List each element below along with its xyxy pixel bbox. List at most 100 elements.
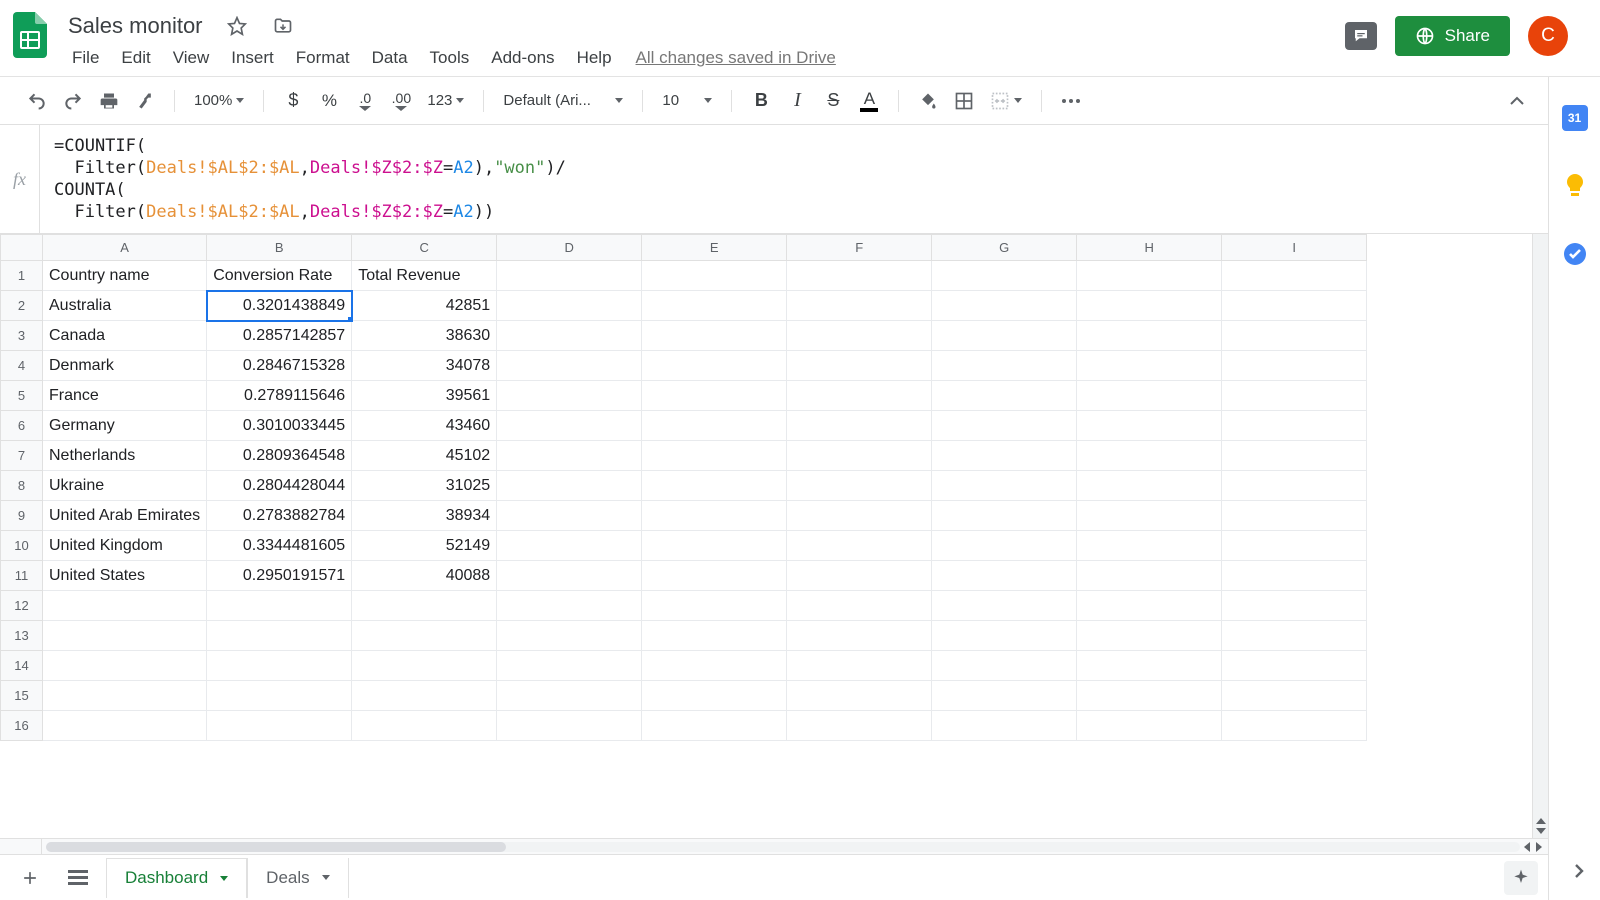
cell[interactable] (497, 381, 642, 411)
cell[interactable] (787, 441, 932, 471)
more-toolbar-icon[interactable] (1056, 86, 1086, 116)
cell[interactable] (497, 321, 642, 351)
cell[interactable] (1222, 531, 1367, 561)
cell[interactable]: United Arab Emirates (43, 501, 207, 531)
cell[interactable]: 43460 (352, 411, 497, 441)
column-header[interactable]: I (1222, 235, 1367, 261)
cell[interactable] (787, 501, 932, 531)
cell[interactable] (1077, 261, 1222, 291)
cell[interactable] (1077, 561, 1222, 591)
row-header[interactable]: 8 (1, 471, 43, 501)
cell[interactable] (497, 411, 642, 441)
row-header[interactable]: 6 (1, 411, 43, 441)
row-header[interactable]: 5 (1, 381, 43, 411)
cell[interactable] (1222, 681, 1367, 711)
cell[interactable] (932, 531, 1077, 561)
cell[interactable] (1222, 261, 1367, 291)
comments-icon[interactable] (1345, 22, 1377, 50)
cell[interactable] (787, 321, 932, 351)
row-header[interactable]: 9 (1, 501, 43, 531)
menu-edit[interactable]: Edit (111, 44, 160, 72)
cell[interactable]: United Kingdom (43, 531, 207, 561)
cell[interactable] (932, 651, 1077, 681)
cell[interactable] (642, 621, 787, 651)
cell[interactable] (642, 501, 787, 531)
cell[interactable]: Denmark (43, 351, 207, 381)
column-header[interactable]: A (43, 235, 207, 261)
font-select[interactable]: Default (Ari... (498, 86, 628, 116)
hide-side-panel-icon[interactable] (1572, 861, 1586, 886)
cell[interactable] (352, 711, 497, 741)
scroll-left-icon[interactable] (1524, 842, 1530, 852)
cell[interactable]: Australia (43, 291, 207, 321)
column-header[interactable]: H (1077, 235, 1222, 261)
calendar-icon[interactable]: 31 (1562, 105, 1588, 131)
cell[interactable] (932, 381, 1077, 411)
row-header[interactable]: 11 (1, 561, 43, 591)
row-header[interactable]: 15 (1, 681, 43, 711)
cell[interactable] (1077, 651, 1222, 681)
cell[interactable] (787, 261, 932, 291)
text-color-button[interactable]: A (854, 86, 884, 116)
cell[interactable] (1077, 681, 1222, 711)
sheets-logo[interactable] (10, 8, 50, 62)
cell[interactable] (932, 591, 1077, 621)
cell[interactable] (1222, 321, 1367, 351)
italic-button[interactable]: I (782, 86, 812, 116)
cell[interactable] (1077, 471, 1222, 501)
cell[interactable] (497, 651, 642, 681)
cell[interactable] (642, 651, 787, 681)
fill-color-button[interactable] (913, 86, 943, 116)
cell[interactable] (642, 531, 787, 561)
cell[interactable] (642, 591, 787, 621)
cell[interactable] (1077, 291, 1222, 321)
cell[interactable] (642, 411, 787, 441)
cell[interactable] (787, 591, 932, 621)
scroll-right-icon[interactable] (1536, 842, 1542, 852)
cell[interactable] (932, 411, 1077, 441)
cell[interactable] (352, 591, 497, 621)
cell[interactable] (352, 621, 497, 651)
keep-icon[interactable] (1562, 173, 1588, 199)
cell[interactable]: Total Revenue (352, 261, 497, 291)
row-header[interactable]: 12 (1, 591, 43, 621)
cell[interactable] (1222, 501, 1367, 531)
cell[interactable]: Netherlands (43, 441, 207, 471)
cell[interactable] (497, 531, 642, 561)
cell[interactable] (43, 621, 207, 651)
cell[interactable]: 38630 (352, 321, 497, 351)
cell[interactable] (43, 591, 207, 621)
print-icon[interactable] (94, 86, 124, 116)
paint-format-icon[interactable] (130, 86, 160, 116)
cell[interactable]: Country name (43, 261, 207, 291)
cell[interactable] (787, 471, 932, 501)
undo-icon[interactable] (22, 86, 52, 116)
cell[interactable]: Conversion Rate (207, 261, 352, 291)
cell[interactable] (642, 561, 787, 591)
cell[interactable] (642, 381, 787, 411)
cell[interactable] (497, 351, 642, 381)
bold-button[interactable]: B (746, 86, 776, 116)
cell[interactable]: 40088 (352, 561, 497, 591)
cell[interactable] (1077, 501, 1222, 531)
cell[interactable] (932, 351, 1077, 381)
cell[interactable] (932, 471, 1077, 501)
column-header[interactable]: G (932, 235, 1077, 261)
format-percent[interactable]: % (314, 86, 344, 116)
cell[interactable] (1077, 621, 1222, 651)
cell[interactable]: Germany (43, 411, 207, 441)
borders-button[interactable] (949, 86, 979, 116)
cell[interactable] (207, 651, 352, 681)
cell[interactable] (932, 561, 1077, 591)
cell[interactable] (642, 351, 787, 381)
column-header[interactable]: C (352, 235, 497, 261)
cell[interactable] (932, 321, 1077, 351)
cell[interactable] (1222, 471, 1367, 501)
cell[interactable] (787, 681, 932, 711)
row-header[interactable]: 7 (1, 441, 43, 471)
cell[interactable] (1222, 411, 1367, 441)
collapse-toolbar-icon[interactable] (1502, 86, 1532, 116)
cell[interactable] (787, 411, 932, 441)
cell[interactable] (642, 291, 787, 321)
cell[interactable] (787, 381, 932, 411)
